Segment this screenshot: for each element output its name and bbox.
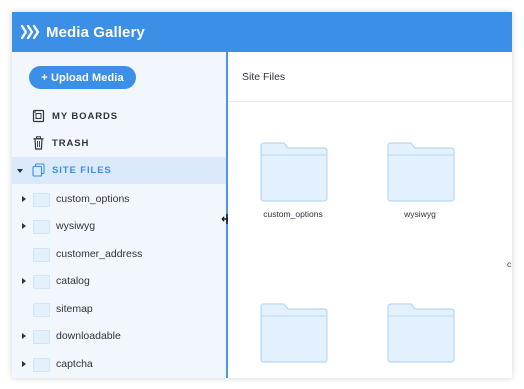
folder-card-name: wysiwyg [404, 209, 436, 219]
folder-item-custom-options[interactable]: custom_options [12, 186, 226, 213]
main-header: Site Files [228, 52, 512, 102]
site-files-icon [32, 163, 45, 177]
folder-icon [33, 220, 50, 234]
folder-icon [33, 358, 50, 372]
folder-icon [33, 275, 50, 289]
chevron-down-icon[interactable] [17, 169, 23, 173]
nav-label: SITE FILES [52, 165, 112, 176]
folder-label: catalog [56, 275, 90, 287]
trash-icon [32, 136, 45, 150]
folder-item-captcha[interactable]: captcha [12, 351, 226, 378]
page-title: Site Files [242, 71, 286, 83]
folder-icon [33, 193, 50, 207]
folder-label: customer_address [56, 248, 143, 260]
folder-item-wysiwyg[interactable]: wysiwyg [12, 213, 226, 240]
folder-item-downloadable[interactable]: downloadable [12, 323, 226, 350]
folder-icon [387, 303, 455, 363]
folder-label: captcha [56, 358, 93, 370]
folder-item-catalog[interactable]: catalog [12, 268, 226, 295]
folder-icon [260, 142, 328, 202]
folder-label: custom_options [56, 193, 130, 205]
nav-trash[interactable]: TRASH [12, 130, 226, 157]
folder-label: downloadable [56, 330, 121, 342]
chevron-right-icon[interactable] [22, 361, 26, 367]
nav-label: TRASH [52, 138, 90, 149]
chevron-right-icon[interactable] [22, 333, 26, 339]
folder-card-name-partial: c [507, 259, 512, 269]
file-grid: custom_options wysiwyg c [228, 102, 512, 378]
chevron-right-icon[interactable] [22, 196, 26, 202]
folder-label: wysiwyg [56, 220, 96, 232]
logo-icon [21, 25, 41, 39]
nav-my-boards[interactable]: MY BOARDS [12, 103, 226, 130]
media-gallery-window: Media Gallery + Upload Media MY BOARDS T… [12, 12, 512, 378]
folder-icon [33, 248, 50, 262]
app-header: Media Gallery [12, 12, 512, 52]
folder-card-name: custom_options [263, 209, 323, 219]
folder-icon [33, 303, 50, 317]
folder-icon [260, 303, 328, 363]
nav-label: MY BOARDS [52, 111, 118, 122]
folder-item-customer-address[interactable]: customer_address [12, 241, 226, 268]
folder-item-sitemap[interactable]: sitemap [12, 296, 226, 323]
sidebar: + Upload Media MY BOARDS TRASH SITE FILE… [12, 52, 226, 378]
upload-media-button[interactable]: + Upload Media [29, 66, 136, 89]
chevron-right-icon[interactable] [22, 223, 26, 229]
folder-label: sitemap [56, 303, 93, 315]
chevron-right-icon[interactable] [22, 278, 26, 284]
boards-icon [32, 109, 45, 123]
app-title: Media Gallery [46, 23, 145, 41]
folder-icon [33, 330, 50, 344]
nav-site-files[interactable]: SITE FILES [12, 157, 226, 184]
main-panel: Site Files custom_options wysiwyg c [228, 52, 512, 378]
folder-icon [387, 142, 455, 202]
